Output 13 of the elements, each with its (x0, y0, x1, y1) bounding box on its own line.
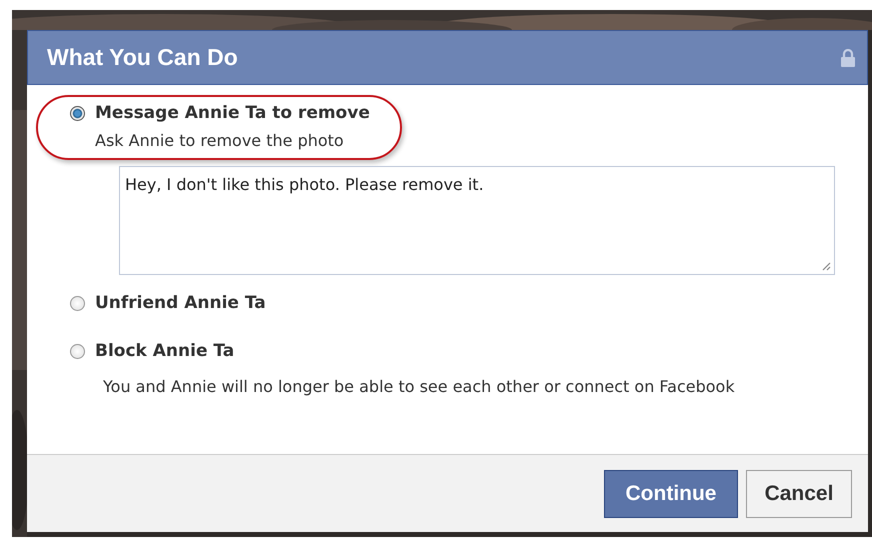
option-label: Block Annie Ta (95, 341, 234, 361)
cancel-button[interactable]: Cancel (746, 470, 852, 518)
option-description: You and Annie will no longer be able to see each other or connect on Facebook (103, 377, 736, 396)
resize-grip-icon (822, 262, 831, 271)
radio-button[interactable] (70, 106, 85, 120)
radio-button[interactable] (70, 296, 85, 310)
option-description: Ask Annie to remove the photo (95, 131, 345, 150)
message-field[interactable]: Hey, I don't like this photo. Please remove it. (119, 166, 835, 275)
option-label: Unfriend Annie Ta (95, 293, 266, 313)
dialog-title: What You Can Do (47, 44, 238, 71)
continue-button[interactable]: Continue (604, 470, 738, 518)
option-label: Message Annie Ta to remove (95, 103, 370, 123)
radio-button[interactable] (70, 344, 85, 358)
